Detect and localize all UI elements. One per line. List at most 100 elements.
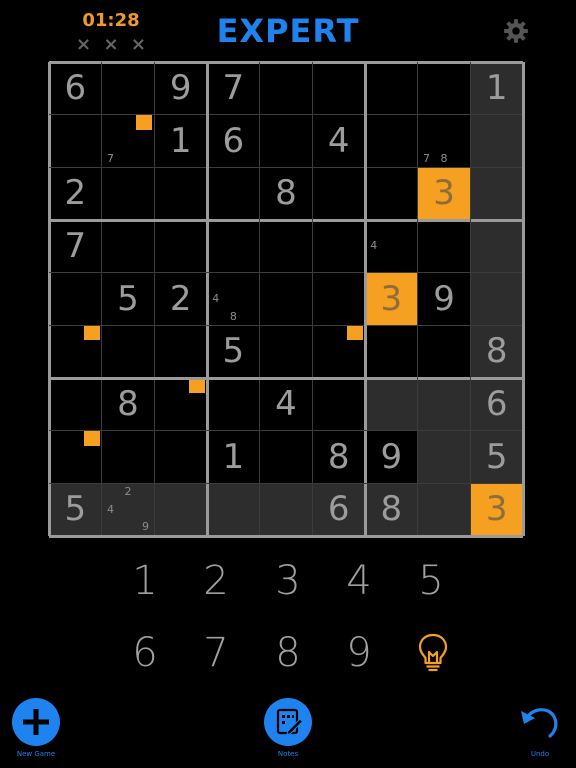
numpad-digit-5[interactable]: 5 [406, 556, 456, 606]
board-cell-r4c3[interactable] [154, 220, 207, 273]
lightbulb-icon[interactable] [415, 632, 451, 674]
board-cell-r3c2[interactable] [102, 167, 155, 220]
cell-value: 6 [485, 384, 508, 425]
cell-value [49, 378, 102, 431]
board-cell-r8c7[interactable]: 9 [365, 431, 418, 484]
board-cell-r8c9[interactable]: 5 [470, 430, 524, 484]
board-cell-r1c4[interactable]: 7 [207, 62, 260, 115]
numpad-digit-4[interactable]: 4 [334, 556, 384, 606]
board-cell-r3c7[interactable] [365, 167, 418, 220]
new-game-button[interactable] [11, 697, 61, 747]
board-cell-r4c8[interactable] [418, 220, 471, 273]
board-cell-r9c6[interactable]: 6 [312, 483, 365, 537]
board-cell-r7c8[interactable] [417, 378, 471, 431]
board-cell-r7c2[interactable]: 8 [102, 378, 155, 431]
board-cell-r6c1[interactable] [49, 325, 102, 378]
board-cell-r3c3[interactable] [154, 167, 207, 220]
board-cell-r9c8[interactable] [417, 483, 471, 537]
board-cell-r3c5[interactable]: 8 [260, 167, 313, 220]
board-cell-r3c8[interactable]: 3 [417, 167, 471, 220]
board-cell-r2c1[interactable] [49, 115, 102, 168]
board-cell-r9c1[interactable]: 5 [49, 483, 102, 537]
board-cell-r2c4[interactable]: 6 [207, 115, 260, 168]
board-cell-r8c3[interactable] [154, 431, 207, 484]
board-cell-r4c5[interactable] [260, 220, 313, 273]
board-cell-r8c4[interactable]: 1 [207, 431, 260, 484]
board-cell-r6c7[interactable] [365, 325, 418, 378]
board-cell-r3c1[interactable]: 2 [49, 167, 102, 220]
gear-icon[interactable] [503, 18, 529, 44]
board-cell-r6c6[interactable] [312, 325, 365, 378]
board-cell-r2c3[interactable]: 1 [154, 115, 207, 168]
board-cell-r6c4[interactable]: 5 [207, 325, 260, 378]
board-cell-r3c4[interactable] [207, 167, 260, 220]
board-cell-r5c5[interactable] [260, 273, 313, 326]
board-cell-r1c7[interactable] [365, 62, 418, 115]
cell-value [260, 483, 313, 536]
board-cell-r5c7[interactable]: 3 [365, 272, 418, 326]
undo-button[interactable] [520, 703, 562, 743]
cell-value [154, 431, 207, 484]
board-cell-r2c7[interactable] [365, 115, 418, 168]
board-cell-r7c9[interactable]: 6 [470, 378, 524, 431]
board-cell-r8c6[interactable]: 8 [312, 431, 365, 484]
board-cell-r5c3[interactable]: 2 [154, 273, 207, 326]
board-cell-r7c5[interactable]: 4 [260, 378, 313, 431]
board-cell-r2c9[interactable] [470, 114, 524, 168]
board-cell-r4c1[interactable]: 7 [49, 220, 102, 273]
board-cell-r3c6[interactable] [312, 167, 365, 220]
board-cell-r8c8[interactable] [417, 430, 471, 484]
cell-value: 3 [380, 278, 403, 319]
board-cell-r5c9[interactable] [470, 272, 524, 326]
board-cell-r6c9[interactable]: 8 [470, 325, 524, 378]
board-cell-r1c8[interactable] [418, 62, 471, 115]
board-cell-r4c2[interactable] [102, 220, 155, 273]
board-cell-r1c9[interactable]: 1 [470, 62, 524, 115]
cell-value [207, 483, 260, 536]
board-cell-r7c6[interactable] [312, 378, 365, 431]
numpad-digit-7[interactable]: 7 [191, 628, 241, 678]
board-cell-r8c2[interactable] [102, 431, 155, 484]
board-cell-r5c1[interactable] [49, 273, 102, 326]
board-cell-r9c3[interactable] [154, 483, 207, 537]
board-cell-r1c3[interactable]: 9 [154, 62, 207, 115]
board-cell-r1c6[interactable] [312, 62, 365, 115]
board-cell-r7c3[interactable] [154, 378, 207, 431]
board-cell-r6c5[interactable] [260, 325, 313, 378]
board-cell-r5c6[interactable] [312, 273, 365, 326]
board-cell-r5c2[interactable]: 5 [102, 273, 155, 326]
numpad-digit-6[interactable]: 6 [120, 628, 170, 678]
cell-value: 6 [64, 68, 87, 108]
cell-value [365, 325, 418, 378]
notes-button[interactable] [263, 697, 313, 747]
board-cell-r9c9[interactable]: 3 [470, 483, 524, 537]
board-cell-r1c1[interactable]: 6 [49, 62, 102, 115]
board-cell-r6c8[interactable] [418, 325, 471, 378]
board-cell-r1c2[interactable] [102, 62, 155, 115]
numpad-digit-3[interactable]: 3 [263, 556, 313, 606]
board-cell-r9c5[interactable] [259, 483, 313, 537]
board-cell-r9c4[interactable] [207, 483, 260, 537]
board-cell-r8c5[interactable] [260, 431, 313, 484]
numpad-digit-9[interactable]: 9 [334, 628, 384, 678]
board-cell-r4c6[interactable] [312, 220, 365, 273]
board-cell-r7c4[interactable] [207, 378, 260, 431]
board-cell-r1c5[interactable] [260, 62, 313, 115]
board-cell-r6c2[interactable] [102, 325, 155, 378]
board-cell-r7c1[interactable] [49, 378, 102, 431]
numpad-digit-8[interactable]: 8 [263, 628, 313, 678]
board-cell-r7c7[interactable] [365, 378, 418, 431]
board-cell-r2c6[interactable]: 4 [312, 115, 365, 168]
board-cell-r6c3[interactable] [154, 325, 207, 378]
board-cell-r5c8[interactable]: 9 [418, 273, 471, 326]
board-cell-r8c1[interactable] [49, 430, 102, 484]
cell-value [418, 431, 471, 484]
numpad-digit-2[interactable]: 2 [191, 556, 241, 606]
numpad-digit-1[interactable]: 1 [120, 556, 170, 606]
board-cell-r3c9[interactable] [470, 167, 524, 220]
cell-value [312, 167, 365, 220]
board-cell-r9c7[interactable]: 8 [365, 483, 418, 537]
board-cell-r2c5[interactable] [260, 115, 313, 168]
board-cell-r4c4[interactable] [207, 220, 260, 273]
board-cell-r4c9[interactable] [470, 220, 524, 273]
